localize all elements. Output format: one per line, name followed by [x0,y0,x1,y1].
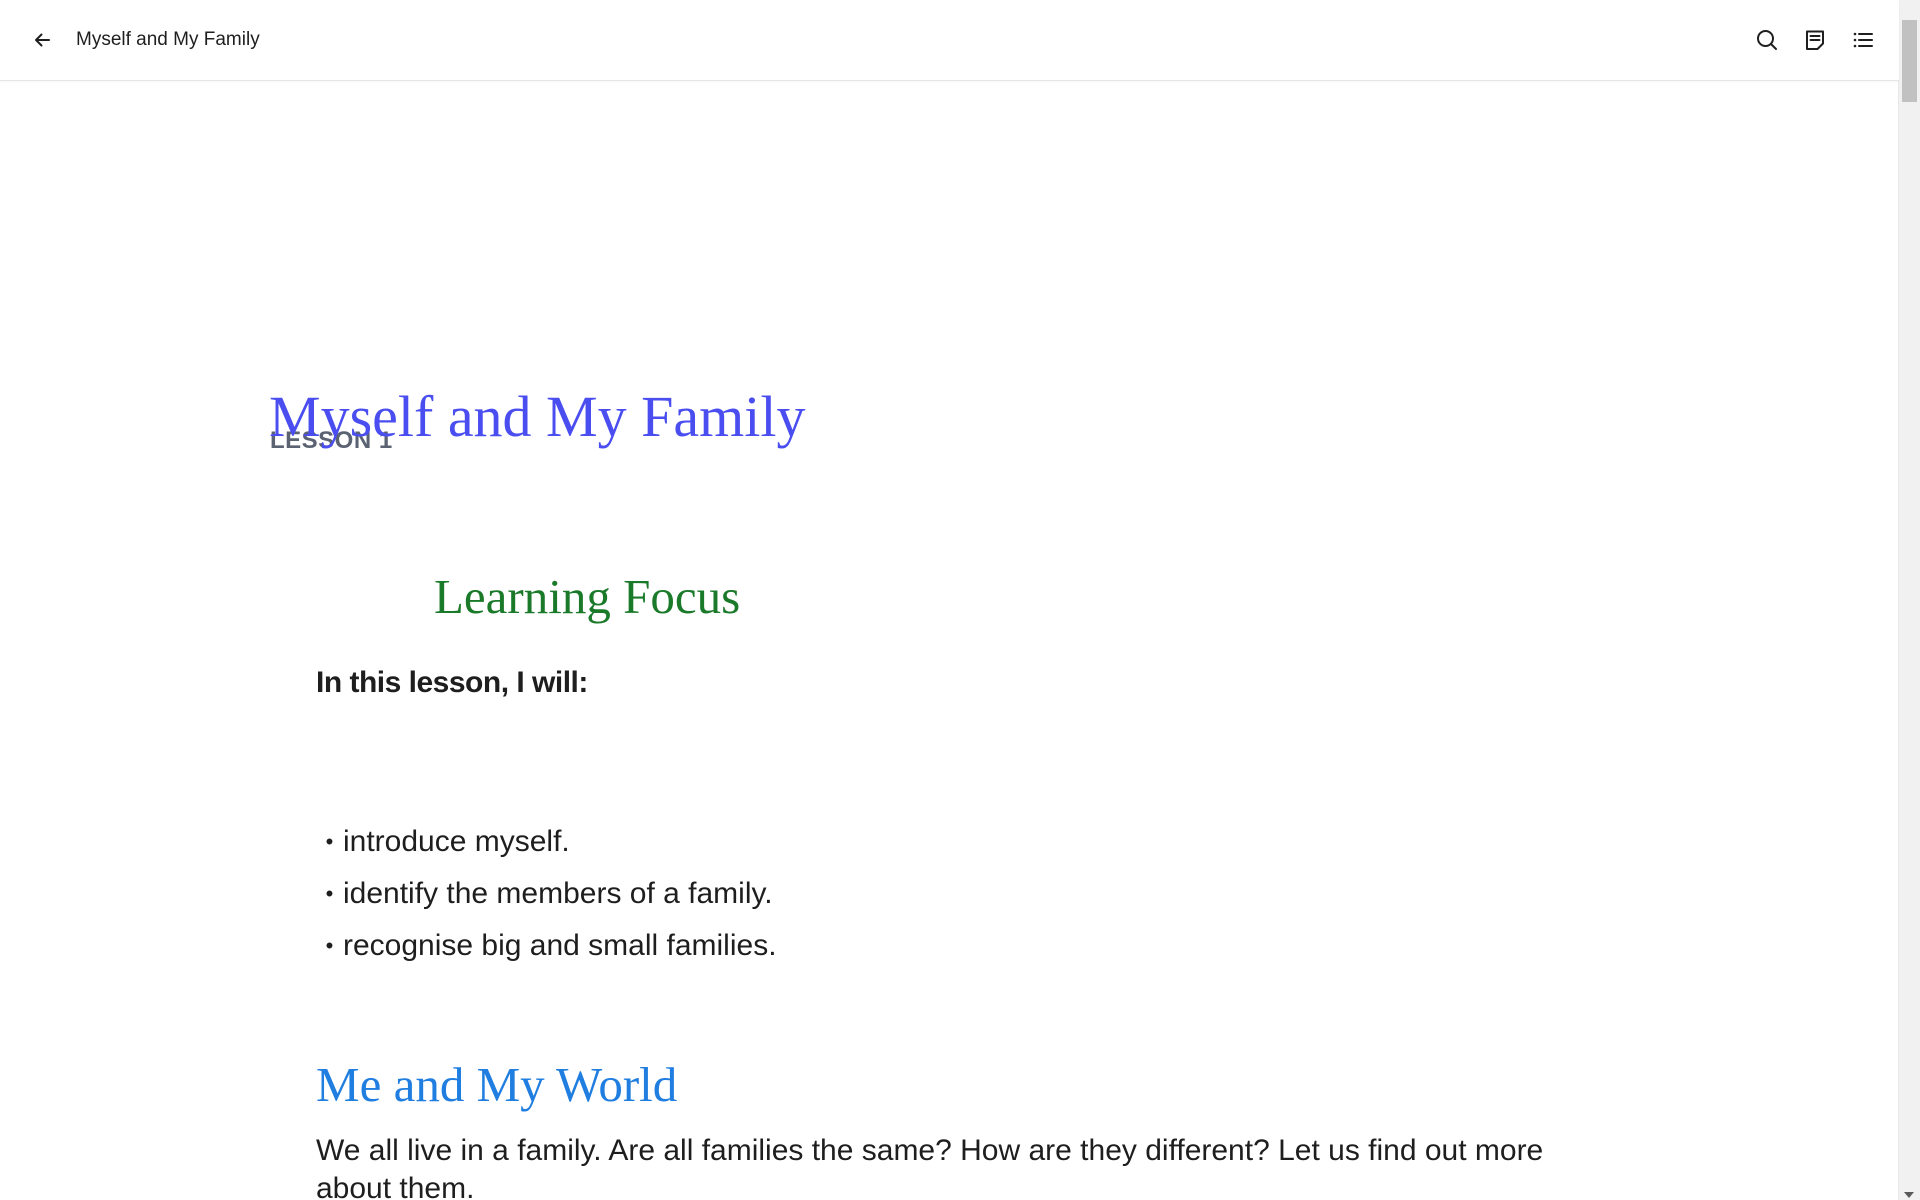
list-item-text: introduce myself. [343,825,570,858]
scrollbar-thumb[interactable] [1902,20,1917,102]
toolbar-actions [1747,0,1883,80]
search-icon [1757,30,1777,50]
list-item-text: recognise big and small families. [343,929,777,962]
notes-button[interactable] [1795,20,1835,60]
notes-icon [1806,30,1824,50]
lesson-title: Myself and My Family [269,384,806,449]
section-body: We all live in a family. Are all familie… [316,1134,1544,1200]
top-bar: Myself and My Family [0,0,1899,81]
learning-focus-list: • introduce myself. • identify the membe… [316,816,777,972]
section-heading: Me and My World [316,1057,678,1112]
learning-focus-intro: In this lesson, I will: [316,666,588,699]
list-item: • introduce myself. [316,816,777,868]
arrow-left-icon [35,33,50,47]
learning-focus-heading: Learning Focus [434,569,741,624]
list-item-text: identify the members of a family. [343,877,773,910]
vertical-scrollbar[interactable] [1898,0,1920,1200]
list-item: • identify the members of a family. [316,868,777,920]
book-content: LESSON 1 [0,81,1899,1200]
book-title: Myself and My Family [76,29,260,50]
bullet-icon: • [325,881,334,906]
contents-button[interactable] [1843,20,1883,60]
list-icon [1853,32,1873,48]
scroll-down-arrow-icon[interactable] [1904,1192,1914,1198]
back-button[interactable] [22,20,62,60]
reader-app: Myself and My Family LESSON 1 Myself and… [0,0,1920,1200]
bullet-icon: • [325,829,334,854]
bullet-icon: • [325,933,334,958]
list-item: • recognise big and small families. [316,920,777,972]
search-button[interactable] [1747,20,1787,60]
